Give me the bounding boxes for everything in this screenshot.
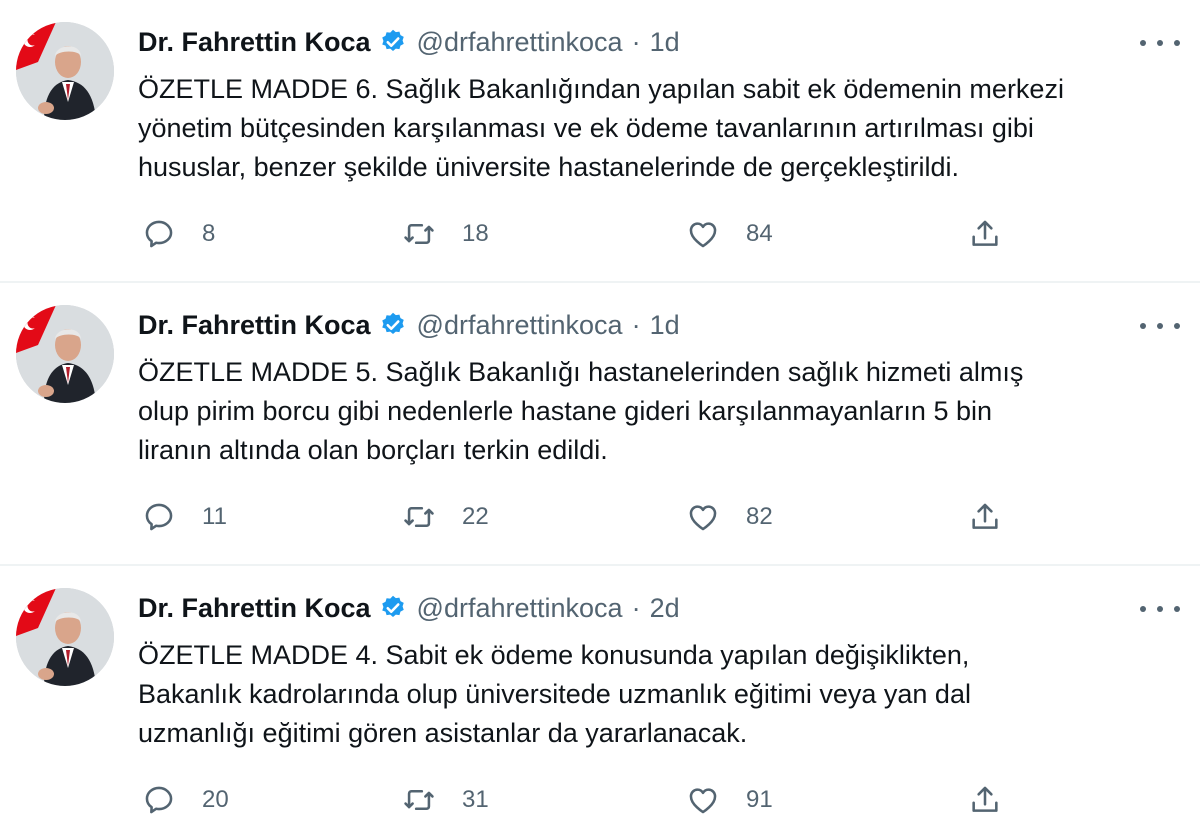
verified-badge-icon — [379, 311, 407, 339]
like-button[interactable]: 82 — [686, 495, 773, 539]
share-icon — [972, 220, 998, 246]
author-name[interactable]: Dr. Fahrettin Koca — [138, 310, 371, 341]
retweet-count: 22 — [462, 503, 489, 530]
retweet-count: 18 — [462, 220, 489, 247]
tweet-timeline: Dr. Fahrettin Koca @drfahrettinkoca · 1d… — [0, 0, 1200, 815]
author-name[interactable]: Dr. Fahrettin Koca — [138, 593, 371, 624]
retweet-button[interactable]: 31 — [402, 778, 489, 815]
like-count: 91 — [746, 786, 773, 813]
tweet[interactable]: Dr. Fahrettin Koca @drfahrettinkoca · 2d… — [0, 566, 1200, 815]
retweet-button[interactable]: 22 — [402, 495, 489, 539]
verified-badge-icon — [379, 594, 407, 622]
share-icon — [972, 503, 998, 529]
tweet-text: ÖZETLE MADDE 4. Sabit ek ödeme konusunda… — [138, 640, 971, 748]
author-handle[interactable]: @drfahrettinkoca — [417, 310, 623, 341]
tweet-timestamp[interactable]: 2d — [650, 593, 680, 624]
retweet-count: 31 — [462, 786, 489, 813]
share-icon — [972, 786, 998, 812]
tweet-actions: 11 22 82 — [138, 495, 1018, 539]
tweet[interactable]: Dr. Fahrettin Koca @drfahrettinkoca · 1d… — [0, 0, 1200, 283]
reply-button[interactable]: 20 — [142, 778, 229, 815]
share-button[interactable] — [968, 495, 1002, 539]
share-button[interactable] — [968, 212, 1002, 256]
tweet-actions: 20 31 91 — [138, 778, 1018, 815]
tweet-timestamp[interactable]: 1d — [650, 310, 680, 341]
retweet-button[interactable]: 18 — [402, 212, 489, 256]
tweet-text: ÖZETLE MADDE 5. Sağlık Bakanlığı hastane… — [138, 357, 1024, 465]
tweet[interactable]: Dr. Fahrettin Koca @drfahrettinkoca · 1d… — [0, 283, 1200, 566]
tweet-text: ÖZETLE MADDE 6. Sağlık Bakanlığından yap… — [138, 74, 1064, 182]
reply-icon — [145, 503, 173, 531]
separator-dot: · — [631, 309, 641, 340]
tweet-header: Dr. Fahrettin Koca @drfahrettinkoca · 1d — [138, 307, 680, 343]
more-options-icon[interactable] — [1140, 594, 1180, 624]
author-name[interactable]: Dr. Fahrettin Koca — [138, 27, 371, 58]
like-icon — [689, 788, 717, 814]
verified-badge-icon — [379, 28, 407, 56]
like-button[interactable]: 84 — [686, 212, 773, 256]
separator-dot: · — [631, 26, 641, 57]
reply-icon — [145, 220, 173, 248]
like-button[interactable]: 91 — [686, 778, 773, 815]
like-count: 84 — [746, 220, 773, 247]
tweet-header: Dr. Fahrettin Koca @drfahrettinkoca · 2d — [138, 590, 680, 626]
tweet-header: Dr. Fahrettin Koca @drfahrettinkoca · 1d — [138, 24, 680, 60]
tweet-timestamp[interactable]: 1d — [650, 27, 680, 58]
retweet-icon — [404, 223, 434, 245]
separator-dot: · — [631, 592, 641, 623]
reply-count: 20 — [202, 786, 229, 813]
avatar[interactable] — [16, 305, 114, 403]
reply-count: 8 — [202, 220, 216, 247]
author-handle[interactable]: @drfahrettinkoca — [417, 27, 623, 58]
tweet-actions: 8 18 84 — [138, 212, 1018, 256]
like-count: 82 — [746, 503, 773, 530]
more-options-icon[interactable] — [1140, 28, 1180, 58]
author-handle[interactable]: @drfahrettinkoca — [417, 593, 623, 624]
share-button[interactable] — [968, 778, 1002, 815]
reply-button[interactable]: 11 — [142, 495, 227, 539]
avatar[interactable] — [16, 588, 114, 686]
like-icon — [689, 505, 717, 531]
reply-icon — [145, 786, 173, 814]
retweet-icon — [404, 789, 434, 811]
reply-count: 11 — [202, 503, 227, 530]
more-options-icon[interactable] — [1140, 311, 1180, 341]
like-icon — [689, 222, 717, 248]
reply-button[interactable]: 8 — [142, 212, 215, 256]
retweet-icon — [404, 506, 434, 528]
avatar[interactable] — [16, 22, 114, 120]
